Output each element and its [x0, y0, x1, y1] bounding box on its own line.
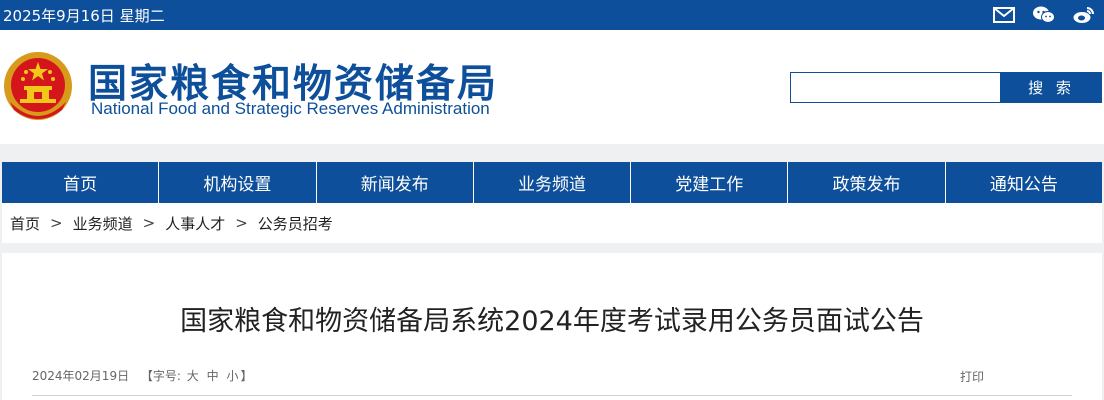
- nav-item-policy[interactable]: 政策发布: [787, 162, 944, 203]
- search-input[interactable]: [790, 72, 1001, 103]
- current-date: 2025年9月16日 星期二: [3, 7, 165, 25]
- weibo-icon[interactable]: [1072, 3, 1096, 27]
- article-title: 国家粮食和物资储备局系统2024年度考试录用公务员面试公告: [180, 306, 924, 337]
- nav-item-news[interactable]: 新闻发布: [315, 162, 473, 203]
- divider: [32, 395, 1072, 396]
- breadcrumb-civil-service[interactable]: 公务员招考: [258, 213, 333, 234]
- nav-item-business[interactable]: 业务频道: [472, 162, 630, 203]
- breadcrumb: 首页 > 业务频道 > 人事人才 > 公务员招考: [2, 203, 1102, 243]
- article-panel: 国家粮食和物资储备局系统2024年度考试录用公务员面试公告 2024年02月19…: [2, 253, 1102, 400]
- breadcrumb-separator: >: [142, 214, 156, 232]
- breadcrumb-home[interactable]: 首页: [10, 213, 40, 234]
- print-button[interactable]: 打印: [960, 368, 984, 385]
- national-emblem-icon[interactable]: [2, 50, 74, 126]
- top-icons: [992, 3, 1096, 27]
- site-header: 国家粮食和物资储备局 National Food and Strategic R…: [0, 30, 1104, 144]
- nav-item-notices[interactable]: 通知公告: [944, 162, 1102, 203]
- nav-item-organization[interactable]: 机构设置: [158, 162, 315, 203]
- breadcrumb-business[interactable]: 业务频道: [73, 213, 133, 234]
- breadcrumb-separator: >: [235, 214, 248, 232]
- main-nav: 首页 机构设置 新闻发布 业务频道 党建工作 政策发布 通知公告: [2, 162, 1102, 203]
- font-size-large[interactable]: 大: [187, 369, 199, 383]
- nav-item-home[interactable]: 首页: [2, 162, 158, 203]
- font-size-suffix: 】: [240, 369, 253, 383]
- breadcrumb-hr[interactable]: 人事人才: [165, 213, 225, 234]
- font-size-small[interactable]: 小: [226, 369, 238, 383]
- mail-icon[interactable]: [992, 3, 1016, 27]
- top-bar: 2025年9月16日 星期二: [0, 0, 1104, 30]
- site-title-en[interactable]: National Food and Strategic Reserves Adm…: [91, 99, 490, 119]
- font-size-medium[interactable]: 中: [207, 369, 219, 383]
- font-size-prefix: 【字号:: [140, 369, 181, 383]
- breadcrumb-separator: >: [50, 214, 63, 232]
- article-meta: 2024年02月19日 【字号: 大 中 小】: [32, 367, 253, 384]
- wechat-icon[interactable]: [1032, 3, 1056, 27]
- nav-item-party[interactable]: 党建工作: [630, 162, 787, 203]
- article-date: 2024年02月19日: [32, 369, 130, 383]
- search-button[interactable]: 搜 索: [1001, 72, 1102, 103]
